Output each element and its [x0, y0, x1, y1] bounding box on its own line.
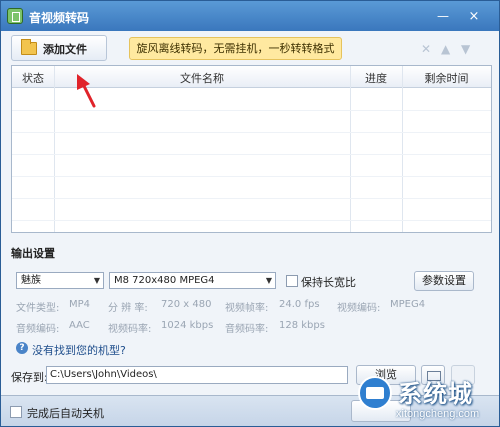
- column-filename[interactable]: 文件名称: [54, 70, 350, 86]
- row-divider: [12, 154, 491, 155]
- delete-icon[interactable]: ✕: [421, 42, 431, 56]
- app-window: 音视频转码 — × 添加文件 旋风离线转码，无需挂机，一秒转转格式 ✕ ▲ ▼ …: [0, 0, 500, 427]
- file-list[interactable]: 状态 文件名称 进度 剩余时间: [11, 65, 492, 233]
- move-up-icon[interactable]: ▲: [441, 42, 450, 56]
- save-to-label: 保存到:: [11, 371, 48, 384]
- add-file-label: 添加文件: [43, 43, 87, 56]
- column-status[interactable]: 状态: [12, 70, 54, 86]
- device-value: 魅族: [21, 275, 41, 286]
- title-bar: 音视频转码 — ×: [1, 1, 499, 31]
- minimize-button[interactable]: —: [433, 9, 453, 25]
- site-logo: [358, 376, 392, 410]
- column-progress[interactable]: 进度: [350, 70, 402, 86]
- output-settings-title: 输出设置: [11, 247, 55, 260]
- column-divider: [350, 66, 351, 232]
- help-icon: ?: [16, 342, 28, 354]
- watermark-title: 系统城: [398, 380, 473, 408]
- row-divider: [12, 220, 491, 221]
- device-select[interactable]: 魅族 ▼: [16, 272, 104, 289]
- framerate-value: 24.0 fps: [279, 299, 320, 310]
- video-codec-value: MPEG4: [390, 299, 426, 310]
- keep-ratio-label: 保持长宽比: [301, 276, 356, 289]
- toolbar: 添加文件 旋风离线转码，无需挂机，一秒转转格式 ✕ ▲ ▼: [1, 31, 499, 65]
- format-value: MP4: [69, 299, 91, 310]
- format-label: 文件类型:: [16, 303, 60, 314]
- row-divider: [12, 198, 491, 199]
- watermark-url: xitongcheng.com: [396, 408, 480, 420]
- keep-ratio-checkbox[interactable]: [286, 275, 298, 287]
- video-codec-label: 视频编码:: [337, 303, 381, 314]
- profile-select[interactable]: M8 720x480 MPEG4 ▼: [109, 272, 276, 289]
- audio-codec-label: 音频编码:: [16, 324, 60, 335]
- column-remaining[interactable]: 剩余时间: [402, 70, 491, 86]
- param-settings-button[interactable]: 参数设置: [414, 271, 474, 291]
- add-file-button[interactable]: 添加文件: [11, 35, 107, 61]
- row-divider: [12, 110, 491, 111]
- auto-shutdown-checkbox[interactable]: [10, 406, 22, 418]
- watermark: 系统城 xitongcheng.com: [352, 372, 498, 426]
- chevron-down-icon: ▼: [93, 276, 100, 285]
- save-path-input[interactable]: C:\Users\John\Videos\: [46, 366, 348, 384]
- video-bitrate-value: 1024 kbps: [161, 320, 214, 331]
- audio-bitrate-label: 音频码率:: [225, 324, 269, 335]
- auto-shutdown-label: 完成后自动关机: [27, 407, 104, 420]
- close-button[interactable]: ×: [463, 8, 485, 26]
- audio-codec-value: AAC: [69, 320, 90, 331]
- folder-icon: [21, 39, 37, 55]
- app-icon: [7, 8, 23, 24]
- resolution-label: 分 辨 率:: [108, 303, 148, 314]
- window-title: 音视频转码: [29, 11, 90, 25]
- model-not-found-link[interactable]: 没有找到您的机型?: [32, 342, 126, 358]
- file-list-header: 状态 文件名称 进度 剩余时间: [12, 66, 491, 88]
- video-bitrate-label: 视频码率:: [108, 324, 152, 335]
- row-divider: [12, 176, 491, 177]
- column-divider: [402, 66, 403, 232]
- promo-banner[interactable]: 旋风离线转码，无需挂机，一秒转转格式: [129, 37, 342, 60]
- resolution-value: 720 x 480: [161, 299, 212, 310]
- row-divider: [12, 132, 491, 133]
- chevron-down-icon: ▼: [265, 276, 272, 285]
- framerate-label: 视频帧率:: [225, 303, 269, 314]
- audio-bitrate-value: 128 kbps: [279, 320, 325, 331]
- profile-value: M8 720x480 MPEG4: [114, 275, 215, 286]
- move-down-icon[interactable]: ▼: [461, 42, 470, 56]
- column-divider: [54, 66, 55, 232]
